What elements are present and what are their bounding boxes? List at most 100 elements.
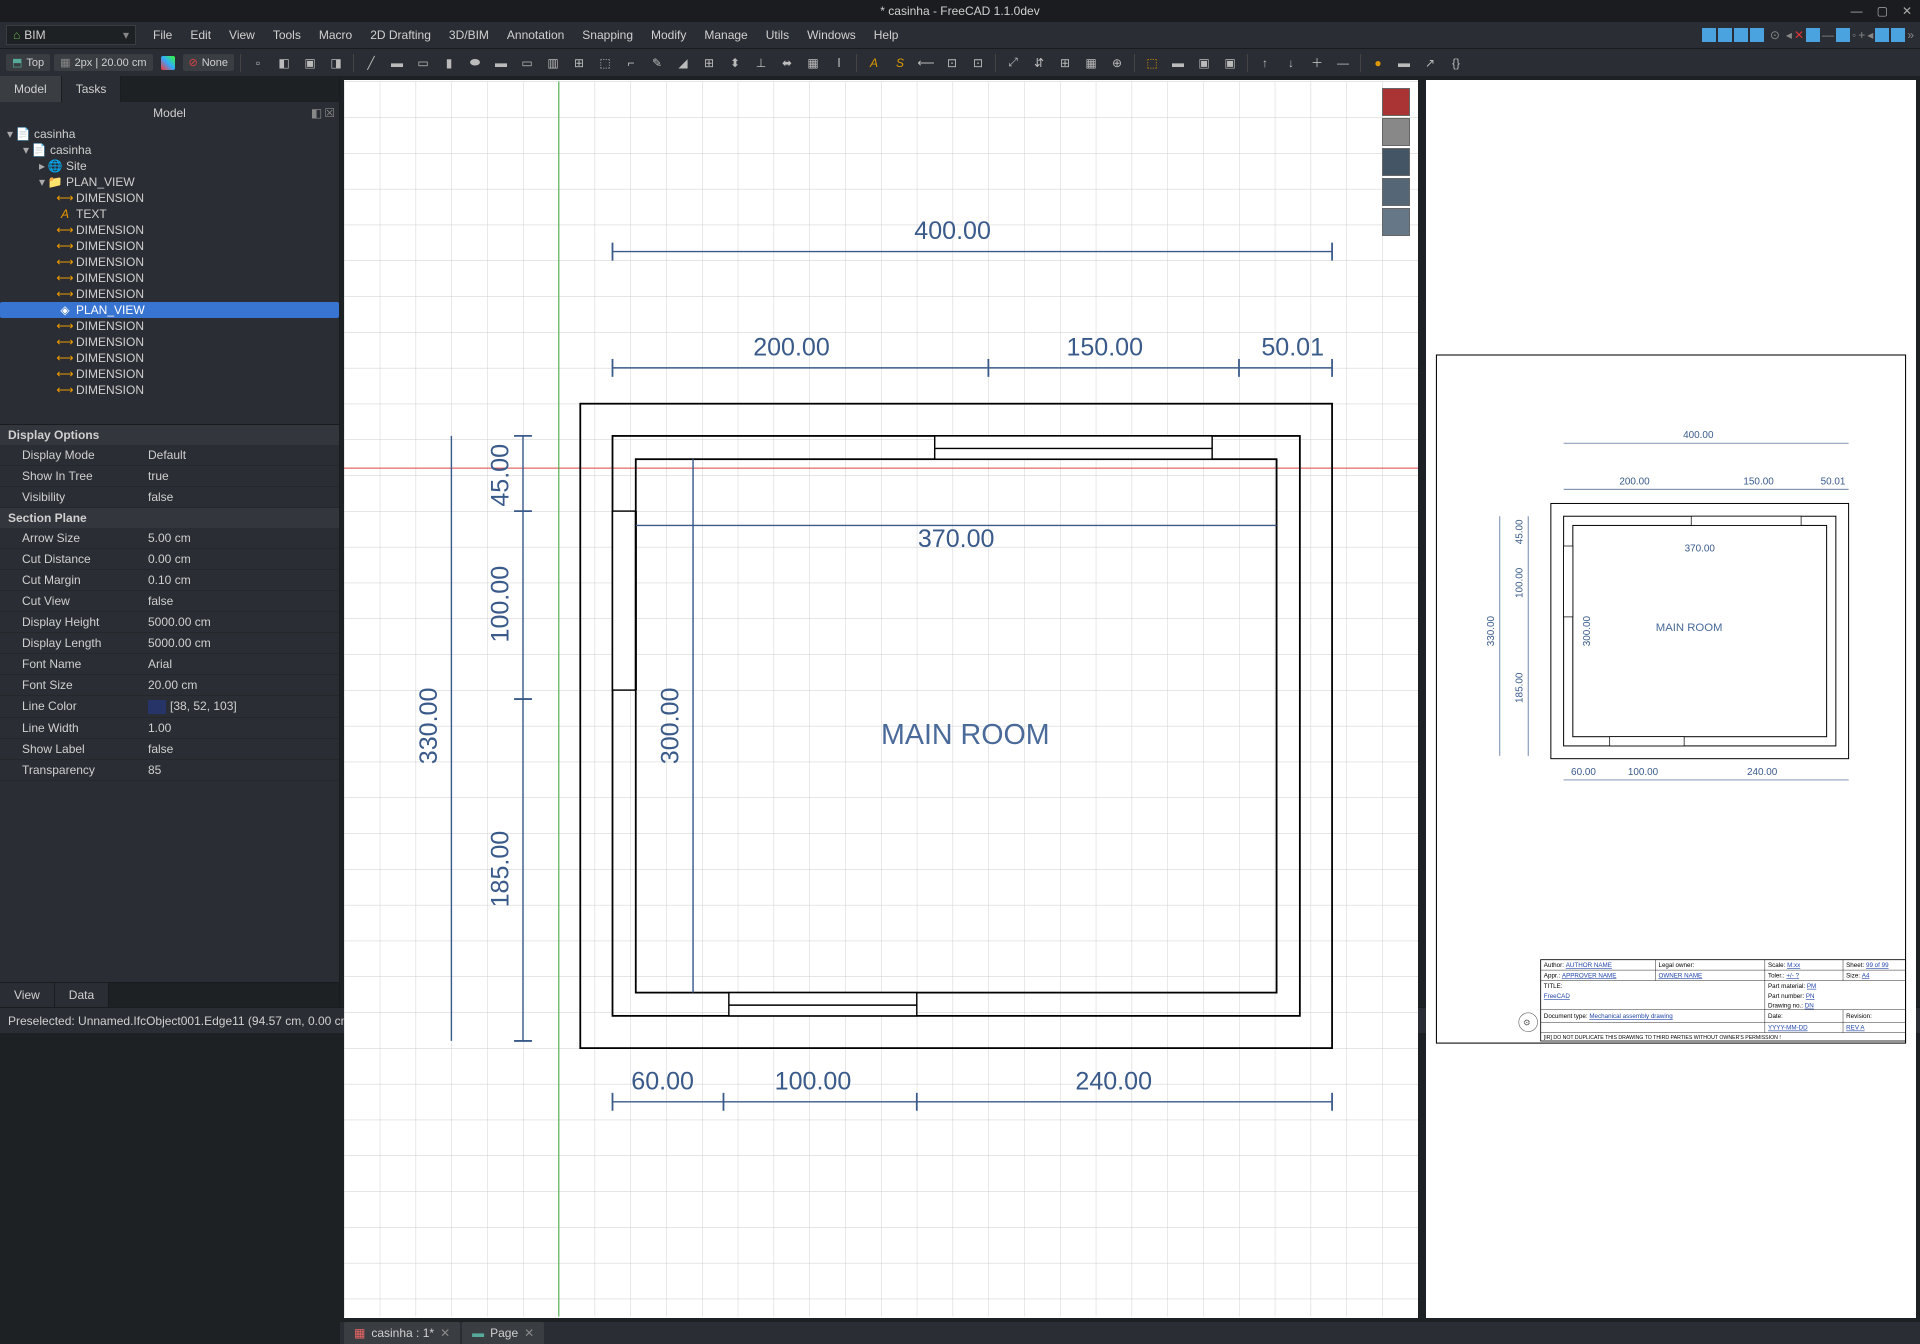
property-value[interactable]: 5000.00 cm: [140, 633, 339, 653]
tool-icon[interactable]: ▦: [802, 52, 824, 74]
property-value[interactable]: 85: [140, 760, 339, 780]
tree-item[interactable]: ◈PLAN_VIEW: [0, 302, 339, 318]
tool-icon[interactable]: ▦: [1080, 52, 1102, 74]
property-row[interactable]: Display Height5000.00 cm: [0, 612, 339, 633]
dash-icon[interactable]: —: [1822, 28, 1834, 42]
tree-item[interactable]: ▾📁PLAN_VIEW: [0, 174, 339, 190]
close-icon[interactable]: ✕: [524, 1326, 534, 1340]
3d-viewport[interactable]: 400.00 200.00 150.00 50.01 370.00 330.00: [344, 80, 1418, 1318]
style-pill[interactable]: ⊘None: [183, 54, 235, 71]
menu-modify[interactable]: Modify: [642, 25, 695, 45]
view-icon[interactable]: [1836, 28, 1850, 42]
panel-pop-icon[interactable]: ◧: [311, 106, 322, 120]
tool-icon[interactable]: ⊡: [967, 52, 989, 74]
view-icon[interactable]: [1718, 28, 1732, 42]
menu-file[interactable]: File: [144, 25, 181, 45]
menu-annotation[interactable]: Annotation: [498, 25, 573, 45]
property-row[interactable]: Cut Distance0.00 cm: [0, 549, 339, 570]
color-swatch-icon[interactable]: [157, 52, 179, 74]
property-value[interactable]: 5000.00 cm: [140, 612, 339, 632]
tool-icon[interactable]: ⊞: [1054, 52, 1076, 74]
tree-item[interactable]: ⟷DIMENSION: [0, 254, 339, 270]
property-row[interactable]: Line Color[38, 52, 103]: [0, 696, 339, 718]
tree-item[interactable]: ⟷DIMENSION: [0, 334, 339, 350]
tool-icon[interactable]: ▫: [247, 52, 269, 74]
property-row[interactable]: Font Size20.00 cm: [0, 675, 339, 696]
tool-icon[interactable]: ↓: [1280, 52, 1302, 74]
tool-icon[interactable]: ◧: [273, 52, 295, 74]
tree-item[interactable]: ⟷DIMENSION: [0, 238, 339, 254]
tool-icon[interactable]: ⬍: [724, 52, 746, 74]
tree-item[interactable]: ATEXT: [0, 206, 339, 222]
tool-icon[interactable]: ╱: [360, 52, 382, 74]
tree-item[interactable]: ▾📄casinha: [0, 126, 339, 142]
minimize-icon[interactable]: —: [1851, 4, 1863, 18]
tree-item[interactable]: ⟷DIMENSION: [0, 270, 339, 286]
tool-icon[interactable]: ⬚: [1141, 52, 1163, 74]
tool-icon[interactable]: ⬌: [776, 52, 798, 74]
shape-string-icon[interactable]: S: [889, 52, 911, 74]
menu-manage[interactable]: Manage: [695, 25, 756, 45]
property-value[interactable]: false: [140, 487, 339, 507]
tool-icon[interactable]: ◨: [325, 52, 347, 74]
tool-icon[interactable]: ⬬: [464, 52, 486, 74]
close-icon[interactable]: ✕: [1902, 4, 1912, 18]
property-value[interactable]: Default: [140, 445, 339, 465]
menu-help[interactable]: Help: [865, 25, 908, 45]
tree-item[interactable]: ⟷DIMENSION: [0, 350, 339, 366]
tool-icon[interactable]: ✎: [646, 52, 668, 74]
view-icon[interactable]: [1734, 28, 1748, 42]
tool-icon[interactable]: ▭: [516, 52, 538, 74]
tree-item[interactable]: ⟷DIMENSION: [0, 190, 339, 206]
property-row[interactable]: Font NameArial: [0, 654, 339, 675]
tool-icon[interactable]: ▮: [438, 52, 460, 74]
tool-icon[interactable]: ⌐: [620, 52, 642, 74]
dot-icon[interactable]: ◦: [1852, 28, 1856, 42]
tool-icon[interactable]: ↗: [1419, 52, 1441, 74]
view-icon[interactable]: [1702, 28, 1716, 42]
tree-item[interactable]: ⟷DIMENSION: [0, 286, 339, 302]
tool-icon[interactable]: ⇵: [1028, 52, 1050, 74]
workbench-selector[interactable]: ⌂ BIM ▾: [6, 25, 136, 45]
property-row[interactable]: Cut Viewfalse: [0, 591, 339, 612]
tree-item[interactable]: ▸🌐Site: [0, 158, 339, 174]
property-value[interactable]: [38, 52, 103]: [140, 696, 339, 717]
tool-icon[interactable]: ▣: [1193, 52, 1215, 74]
tool-icon[interactable]: ▣: [1219, 52, 1241, 74]
tool-icon[interactable]: ▬: [1393, 52, 1415, 74]
menu-windows[interactable]: Windows: [798, 25, 865, 45]
tool-icon[interactable]: ▬: [386, 52, 408, 74]
tool-icon[interactable]: ⊕: [1106, 52, 1128, 74]
tool-icon[interactable]: ▬: [490, 52, 512, 74]
tab-data[interactable]: Data: [55, 983, 109, 1007]
tool-icon[interactable]: Ⅰ: [828, 52, 850, 74]
chevron-icon[interactable]: »: [1907, 28, 1914, 42]
tool-icon[interactable]: ↑: [1254, 52, 1276, 74]
view-icon[interactable]: [1806, 28, 1820, 42]
nav-cube[interactable]: [1382, 88, 1410, 238]
tab-model[interactable]: Model: [0, 76, 62, 102]
property-value[interactable]: 0.00 cm: [140, 549, 339, 569]
property-row[interactable]: Line Width1.00: [0, 718, 339, 739]
maximize-icon[interactable]: ▢: [1877, 4, 1888, 18]
view-top-pill[interactable]: ⬒Top: [6, 54, 50, 71]
tree-item[interactable]: ▾📄casinha: [0, 142, 339, 158]
property-value[interactable]: 1.00: [140, 718, 339, 738]
page-viewport[interactable]: 400.00 200.00 150.00 50.01 370.00 330.00…: [1426, 80, 1916, 1318]
menu-tools[interactable]: Tools: [264, 25, 310, 45]
property-row[interactable]: Transparency85: [0, 760, 339, 781]
property-row[interactable]: Arrow Size5.00 cm: [0, 528, 339, 549]
doc-tab[interactable]: ▦casinha : 1*✕: [344, 1322, 460, 1344]
tool-icon[interactable]: ▭: [412, 52, 434, 74]
tool-icon[interactable]: ⬚: [594, 52, 616, 74]
tree-item[interactable]: ⟷DIMENSION: [0, 366, 339, 382]
property-value[interactable]: 5.00 cm: [140, 528, 339, 548]
menu-dbim[interactable]: 3D/BIM: [440, 25, 498, 45]
view-icon[interactable]: [1750, 28, 1764, 42]
tree-item[interactable]: ⟷DIMENSION: [0, 318, 339, 334]
property-row[interactable]: Visibilityfalse: [0, 487, 339, 508]
tool-icon[interactable]: {}: [1445, 52, 1467, 74]
tool-icon[interactable]: ＋: [1306, 52, 1328, 74]
menu-view[interactable]: View: [220, 25, 264, 45]
property-row[interactable]: Show In Treetrue: [0, 466, 339, 487]
